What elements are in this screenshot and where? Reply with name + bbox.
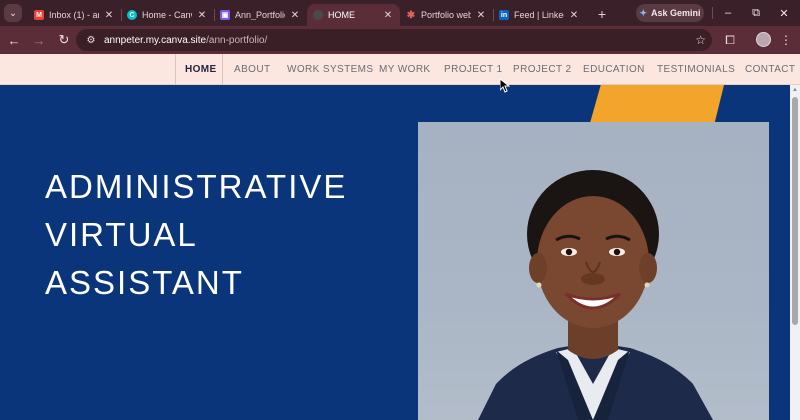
- tab-title: HOME: [328, 10, 355, 20]
- nav-project-2[interactable]: PROJECT 2: [513, 54, 571, 85]
- new-tab-button[interactable]: +: [592, 4, 612, 24]
- url-text[interactable]: annpeter.my.canva.site/ann-portfolio/: [104, 35, 267, 46]
- tab-title: Feed | LinkedIn: [514, 10, 564, 20]
- site-icon: [313, 10, 323, 20]
- nav-contact[interactable]: CONTACT: [745, 54, 795, 85]
- nav-education[interactable]: EDUCATION: [583, 54, 645, 85]
- tab-title: Inbox (1) - ann: [49, 10, 99, 20]
- nav-project-1[interactable]: PROJECT 1: [444, 54, 502, 85]
- address-bar[interactable]: ⚙ annpeter.my.canva.site/ann-portfolio/ …: [76, 29, 712, 51]
- canva-doc-icon: ▣: [220, 10, 230, 20]
- tab-ann-portfolio[interactable]: ▣ Ann_Portfolio ✕: [214, 4, 307, 26]
- hero-title-line: VIRTUAL: [45, 216, 198, 253]
- tab-close-icon[interactable]: ✕: [475, 10, 487, 21]
- url-host: annpeter.my.canva.site: [104, 34, 207, 46]
- tab-title: Portfolio websi: [421, 10, 471, 20]
- portrait-photo: [418, 122, 769, 420]
- nav-home[interactable]: HOME: [185, 54, 217, 85]
- tab-portfolio-website[interactable]: ✱ Portfolio websi ✕: [400, 4, 493, 26]
- accent-shape: [590, 85, 724, 123]
- hero-section: ADMINISTRATIVE VIRTUAL ASSISTANT: [0, 85, 790, 420]
- tab-close-icon[interactable]: ✕: [568, 10, 580, 21]
- linkedin-icon: in: [499, 10, 509, 20]
- tab-close-icon[interactable]: ✕: [196, 10, 208, 21]
- tab-canva-home[interactable]: C Home - Canva ✕: [121, 4, 214, 26]
- scroll-thumb[interactable]: [792, 97, 798, 325]
- gemini-sparkle-icon: ✦: [639, 7, 647, 18]
- nav-my-work[interactable]: MY WORK: [379, 54, 431, 85]
- back-button[interactable]: ←: [3, 29, 25, 51]
- mouse-cursor-icon: [500, 79, 510, 93]
- extensions-icon[interactable]: ⧠: [720, 30, 740, 50]
- tab-list: M Inbox (1) - ann ✕ C Home - Canva ✕ ▣ A…: [28, 0, 612, 26]
- canva-icon: C: [127, 10, 137, 20]
- gmail-icon: M: [34, 10, 44, 20]
- browser-toolbar: ← → ↻ ⚙ annpeter.my.canva.site/ann-portf…: [0, 26, 800, 54]
- page-scrollbar[interactable]: ▲: [790, 85, 800, 420]
- tab-gmail[interactable]: M Inbox (1) - ann ✕: [28, 4, 121, 26]
- hero-title-line: ADMINISTRATIVE: [45, 168, 348, 205]
- hero-title: ADMINISTRATIVE VIRTUAL ASSISTANT: [45, 163, 385, 307]
- tab-title: Ann_Portfolio: [235, 10, 285, 20]
- tab-home-active[interactable]: HOME ✕: [307, 4, 400, 26]
- tab-search-icon[interactable]: ⌄: [4, 4, 22, 22]
- url-path: /ann-portfolio/: [206, 34, 268, 46]
- site-info-icon[interactable]: ⚙: [84, 33, 98, 47]
- nav-divider: [175, 54, 176, 85]
- restore-button[interactable]: ⧉: [746, 4, 766, 22]
- profile-avatar[interactable]: [756, 32, 771, 47]
- ask-gemini-label: Ask Gemini: [651, 8, 701, 18]
- tab-linkedin[interactable]: in Feed | LinkedIn ✕: [493, 4, 586, 26]
- portrait-illustration: [478, 170, 713, 420]
- nav-testimonials[interactable]: TESTIMONIALS: [657, 54, 735, 85]
- tab-close-icon[interactable]: ✕: [103, 10, 115, 21]
- tab-close-icon[interactable]: ✕: [289, 10, 301, 21]
- bookmark-star-icon[interactable]: ☆: [695, 33, 706, 47]
- site-navigation: HOME ABOUT WORK SYSTEMS MY WORK PROJECT …: [0, 54, 800, 85]
- ask-gemini-button[interactable]: ✦ Ask Gemini: [636, 4, 704, 22]
- minimize-button[interactable]: –: [718, 4, 738, 22]
- nav-about[interactable]: ABOUT: [234, 54, 270, 85]
- hero-title-line: ASSISTANT: [45, 264, 244, 301]
- tab-title: Home - Canva: [142, 10, 192, 20]
- scroll-up-icon[interactable]: ▲: [790, 87, 800, 95]
- tab-strip: ⌄ M Inbox (1) - ann ✕ C Home - Canva ✕ ▣…: [0, 0, 800, 26]
- nav-work-systems[interactable]: WORK SYSTEMS: [287, 54, 373, 85]
- close-window-button[interactable]: ✕: [774, 4, 794, 22]
- forward-button[interactable]: →: [28, 29, 50, 51]
- tab-close-icon[interactable]: ✕: [382, 10, 394, 21]
- divider: [712, 7, 713, 19]
- asterisk-icon: ✱: [406, 9, 416, 21]
- menu-kebab-icon[interactable]: ⋮: [776, 30, 796, 50]
- reload-button[interactable]: ↻: [53, 29, 75, 51]
